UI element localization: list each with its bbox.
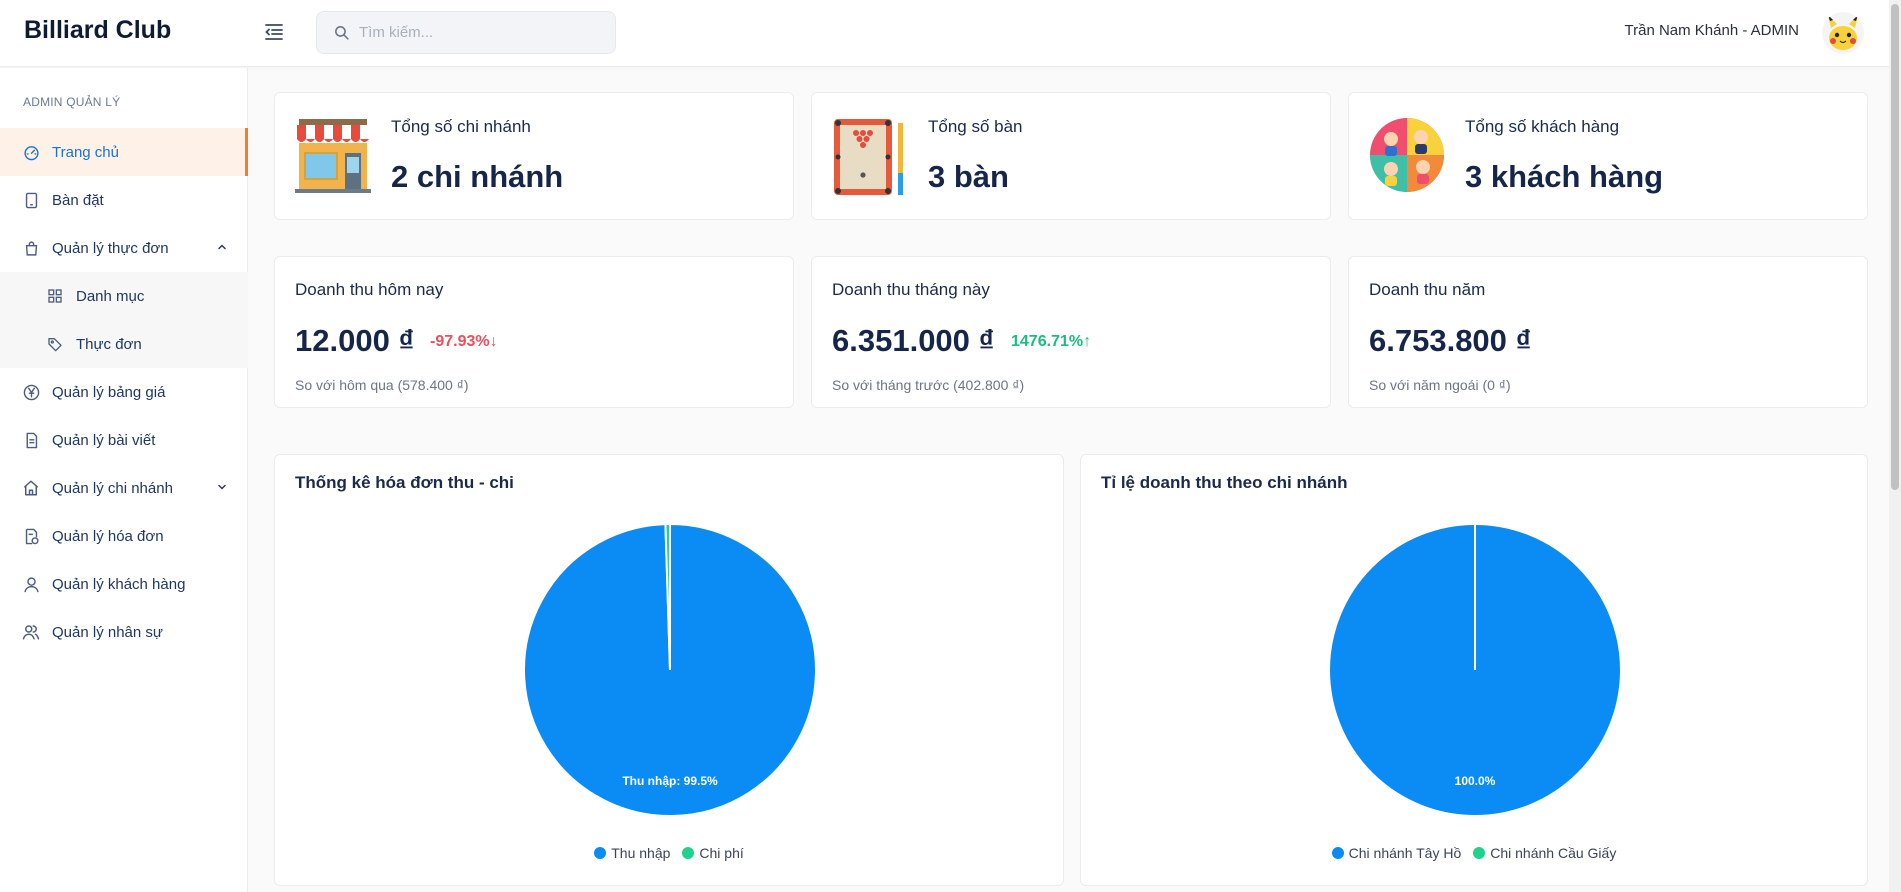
stat-card-customers: Tổng số khách hàng 3 khách hàng [1348, 92, 1868, 220]
legend-dot [594, 847, 607, 859]
sidebar-item-label: Quản lý thực đơn [52, 239, 169, 257]
stat-label: Tổng số khách hàng [1465, 117, 1620, 136]
revenue-delta: -97.93%↓ [430, 333, 498, 351]
pie-chart-income-expense: Thu nhập: 99.5% [523, 522, 817, 817]
legend-item-cau-giay[interactable]: Chi nhánh Cầu Giấy [1473, 845, 1616, 861]
dashboard-icon [22, 143, 40, 161]
search-input[interactable] [359, 12, 599, 53]
legend-dot [1473, 847, 1486, 859]
legend-item-expense[interactable]: Chi phí [682, 845, 744, 861]
revenue-compare: So với hôm qua (578.400 ₫) [295, 377, 469, 393]
legend-item-tay-ho[interactable]: Chi nhánh Tây Hồ [1331, 845, 1462, 861]
chart-card-branch-revenue: Tỉ lệ doanh thu theo chi nhánh 100.0% Ch… [1080, 454, 1868, 886]
tag-icon [46, 335, 64, 353]
revenue-value: 6.753.800 ₫ [1369, 323, 1532, 358]
legend-dot [1331, 847, 1344, 859]
sidebar-item-label: Quản lý nhân sự [52, 623, 163, 641]
revenue-label: Doanh thu hôm nay [295, 280, 444, 299]
chart-legend: Chi nhánh Tây Hồ Chi nhánh Cầu Giấy [1081, 845, 1867, 861]
sidebar-item-label: Bàn đặt [52, 191, 104, 209]
stat-value: 3 khách hàng [1465, 159, 1664, 194]
brand-logo[interactable]: Billiard Club [24, 16, 171, 45]
top-header: Billiard Club Trần Nam Khánh - ADMIN [0, 0, 1901, 67]
legend-item-income[interactable]: Thu nhập [594, 845, 670, 861]
sidebar-item-staff[interactable]: Quản lý nhân sự [0, 608, 248, 656]
sidebar-item-label: Danh mục [76, 287, 145, 305]
legend-label: Chi nhánh Tây Hồ [1348, 845, 1462, 861]
invoice-icon [22, 527, 40, 545]
search-icon [333, 24, 350, 46]
sidebar-item-label: Quản lý bài viết [52, 431, 156, 449]
stat-value: 2 chi nhánh [391, 159, 564, 194]
pie-chart-branch-revenue: 100.0% [1328, 523, 1622, 817]
sidebar-item-posts[interactable]: Quản lý bài viết [0, 416, 248, 464]
chevron-up-icon [216, 240, 228, 257]
stat-value: 3 bàn [928, 159, 1009, 194]
customers-icon [1367, 115, 1447, 195]
sidebar-item-categories[interactable]: Danh mục [0, 272, 248, 320]
arrow-up-icon: ↑ [1083, 333, 1092, 350]
revenue-compare: So với tháng trước (402.800 ₫) [832, 377, 1025, 393]
sidebar-item-label: Quản lý chi nhánh [52, 479, 173, 497]
legend-label: Chi phí [699, 845, 744, 861]
revenue-card-year: Doanh thu năm 6.753.800 ₫ So với năm ngo… [1348, 256, 1868, 408]
document-icon [22, 431, 40, 449]
pie-data-label: 100.0% [1455, 774, 1496, 788]
sidebar-nav: Trang chủ Bàn đặt Quản lý thực đơn Danh … [0, 128, 248, 656]
revenue-value: 12.000 ₫ [295, 323, 415, 358]
storefront-icon [293, 115, 373, 195]
home-icon [22, 479, 40, 497]
chart-card-income-expense: Thống kê hóa đơn thu - chi Thu nhập: 99.… [274, 454, 1064, 886]
legend-label: Chi nhánh Cầu Giấy [1490, 845, 1617, 861]
sidebar-section-title: ADMIN QUẢN LÝ [23, 95, 121, 109]
sidebar-item-bookings[interactable]: Bàn đặt [0, 176, 248, 224]
sidebar-item-label: Quản lý khách hàng [52, 575, 186, 593]
delta-text: 1476.71% [1011, 333, 1084, 350]
chevron-down-icon [216, 480, 228, 497]
sidebar-item-customers[interactable]: Quản lý khách hàng [0, 560, 248, 608]
stat-label: Tổng số chi nhánh [391, 117, 531, 136]
sidebar-item-label: Thực đơn [76, 335, 142, 353]
arrow-down-icon: ↓ [489, 333, 498, 350]
revenue-value: 6.351.000 ₫ [832, 323, 995, 358]
menu-toggle-icon[interactable] [262, 20, 286, 44]
sidebar-item-label: Trang chủ [52, 143, 119, 161]
team-icon [22, 623, 40, 641]
chart-legend: Thu nhập Chi phí [275, 845, 1063, 861]
page-scrollbar[interactable] [1889, 0, 1901, 892]
shopping-bag-icon [22, 239, 40, 257]
revenue-label: Doanh thu năm [1369, 280, 1486, 299]
sidebar-item-invoices[interactable]: Quản lý hóa đơn [0, 512, 248, 560]
yen-circle-icon [22, 383, 40, 401]
sidebar-item-branches[interactable]: Quản lý chi nhánh [0, 464, 248, 512]
legend-dot [682, 847, 695, 859]
submenu-menu-management: Danh mục Thực đơn [0, 272, 248, 368]
revenue-delta: 1476.71%↑ [1011, 333, 1091, 351]
tablet-icon [22, 191, 40, 209]
delta-text: -97.93% [430, 333, 490, 350]
stat-card-branches: Tổng số chi nhánh 2 chi nhánh [274, 92, 794, 220]
sidebar: ADMIN QUẢN LÝ Trang chủ Bàn đặt Quản lý … [0, 68, 248, 892]
stat-label: Tổng số bàn [928, 117, 1023, 136]
sidebar-item-menu-items[interactable]: Thực đơn [0, 320, 248, 368]
sidebar-item-label: Quản lý bảng giá [52, 383, 166, 401]
search-box[interactable] [316, 11, 616, 54]
revenue-label: Doanh thu tháng này [832, 280, 990, 299]
legend-label: Thu nhập [611, 845, 671, 861]
avatar[interactable] [1822, 12, 1864, 54]
stat-card-tables: Tổng số bàn 3 bàn [811, 92, 1331, 220]
revenue-card-month: Doanh thu tháng này 6.351.000 ₫ 1476.71%… [811, 256, 1331, 408]
pie-data-label: Thu nhập: 99.5% [622, 774, 718, 788]
scrollbar-thumb[interactable] [1891, 4, 1899, 490]
sidebar-item-price-list[interactable]: Quản lý bảng giá [0, 368, 248, 416]
revenue-card-today: Doanh thu hôm nay 12.000 ₫ -97.93%↓ So v… [274, 256, 794, 408]
sidebar-item-home[interactable]: Trang chủ [0, 128, 248, 176]
billiard-table-icon [830, 115, 910, 195]
sidebar-item-menu-management[interactable]: Quản lý thực đơn [0, 224, 248, 272]
user-icon [22, 575, 40, 593]
grid-icon [46, 287, 64, 305]
sidebar-item-label: Quản lý hóa đơn [52, 527, 164, 545]
revenue-compare: So với năm ngoái (0 ₫) [1369, 377, 1511, 393]
user-name[interactable]: Trần Nam Khánh - ADMIN [1625, 22, 1800, 39]
